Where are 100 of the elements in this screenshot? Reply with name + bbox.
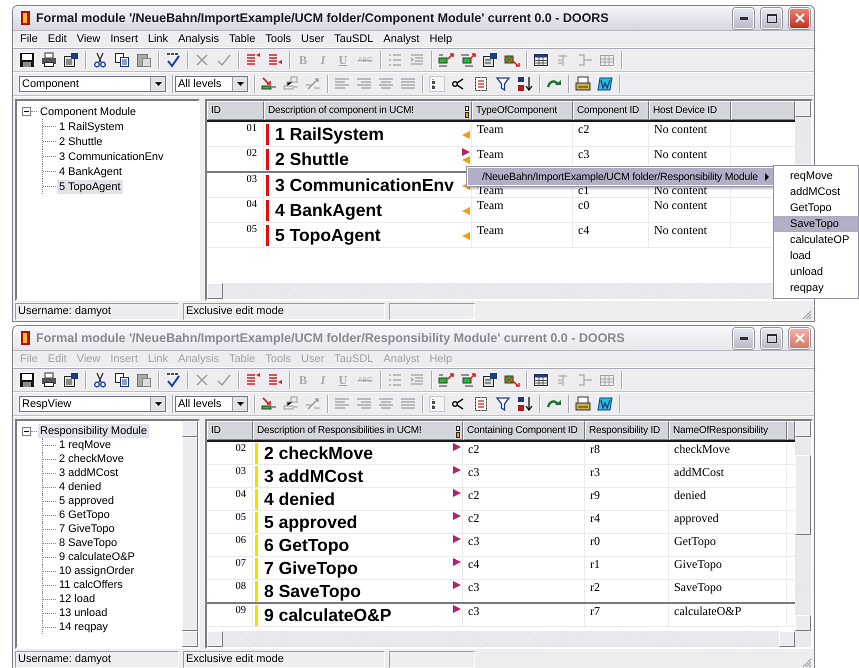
- column-header[interactable]: ID: [207, 101, 264, 120]
- printer-icon[interactable]: [575, 76, 591, 92]
- check-icon[interactable]: [216, 52, 232, 68]
- table-icon[interactable]: [533, 52, 549, 68]
- collapse-icon[interactable]: [22, 107, 31, 116]
- column-header[interactable]: Responsibility ID: [585, 421, 669, 440]
- document-icon[interactable]: [473, 76, 489, 92]
- dropdown-arrow-icon[interactable]: [154, 82, 162, 86]
- column-header[interactable]: ID: [207, 421, 253, 440]
- paste-icon[interactable]: [136, 52, 152, 68]
- link-icon[interactable]: [261, 76, 277, 92]
- dropdown-arrow-icon[interactable]: [236, 402, 244, 406]
- tree-item[interactable]: 10 assignOrder: [57, 564, 136, 578]
- menu-item[interactable]: Tools: [260, 33, 296, 45]
- table-cell: c0: [573, 198, 649, 222]
- menu-item[interactable]: /NeueBahn/ImportExample/UCM folder/Responsibility Module: [468, 168, 775, 185]
- out-link-icon[interactable]: [453, 512, 461, 520]
- link-icon[interactable]: [283, 76, 299, 92]
- menu-item[interactable]: GetTopo: [774, 200, 858, 216]
- column-header[interactable]: Description of component in UCM!: [264, 101, 472, 120]
- menu-item[interactable]: Analysis: [173, 33, 224, 45]
- menu-item[interactable]: File: [15, 33, 43, 45]
- out-link-icon[interactable]: [453, 605, 461, 613]
- print-icon[interactable]: [41, 52, 57, 68]
- tree-item[interactable]: 11 calcOffers: [57, 578, 125, 592]
- menu-item[interactable]: Analyst: [378, 33, 424, 45]
- tree-item[interactable]: 8 SaveTopo: [57, 536, 120, 550]
- export-icon[interactable]: [597, 76, 613, 92]
- out-link-icon[interactable]: [453, 466, 461, 474]
- outline-toggle-icon[interactable]: [429, 76, 445, 92]
- out-link-icon[interactable]: [462, 148, 470, 156]
- object-heading: 6 GetTopo: [264, 534, 350, 556]
- column-header[interactable]: TypeOfComponent: [472, 101, 573, 120]
- tree-item[interactable]: 2 checkMove: [57, 452, 126, 466]
- menu-item[interactable]: Insert: [105, 33, 143, 45]
- minimize-button[interactable]: [733, 8, 754, 28]
- menu-item[interactable]: TauSDL: [329, 33, 378, 45]
- tree-item[interactable]: 13 unload: [57, 606, 110, 620]
- out-link-icon[interactable]: [453, 489, 461, 497]
- level-dropdown[interactable]: All levels: [175, 76, 248, 92]
- object-heading: 5 TopoAgent: [275, 224, 381, 246]
- tree-item[interactable]: 7 GiveTopo: [57, 522, 117, 536]
- cut-icon[interactable]: [92, 52, 108, 68]
- menu-item[interactable]: load: [774, 248, 858, 264]
- out-link-icon[interactable]: [453, 535, 461, 543]
- tree-item[interactable]: 3 addMCost: [57, 466, 120, 480]
- minimize-icon[interactable]: [740, 16, 748, 20]
- column-header[interactable]: Description of Responsibilities in UCM!: [253, 421, 463, 440]
- dropdown-arrow-icon[interactable]: [236, 82, 244, 86]
- menu-item[interactable]: Edit: [42, 33, 72, 45]
- close-icon[interactable]: [794, 333, 804, 343]
- tree-item[interactable]: 5 approved: [57, 494, 116, 508]
- column-header[interactable]: NameOfResponsibility: [669, 421, 787, 440]
- menu-item[interactable]: Link: [142, 33, 174, 45]
- tree-item[interactable]: 5 TopoAgent: [57, 180, 123, 194]
- tree-item[interactable]: 4 denied: [57, 480, 104, 494]
- link-icon[interactable]: [438, 52, 454, 68]
- tree-item[interactable]: 1 RailSystem: [57, 120, 126, 134]
- tree-item[interactable]: 3 CommunicationEnv: [57, 150, 166, 164]
- dropdown-arrow-icon[interactable]: [154, 402, 162, 406]
- out-link-icon[interactable]: [453, 558, 461, 566]
- menu-item[interactable]: unload: [774, 264, 858, 280]
- resize-grip-icon[interactable]: [800, 308, 812, 320]
- minimize-icon[interactable]: [740, 336, 748, 340]
- properties-icon[interactable]: [63, 52, 79, 68]
- tree-item[interactable]: 14 reqpay: [57, 620, 110, 634]
- properties-icon[interactable]: [482, 52, 498, 68]
- menu-item[interactable]: SaveTopo: [774, 216, 858, 232]
- sort-icon[interactable]: [517, 76, 533, 92]
- menu-item[interactable]: reqpay: [774, 280, 858, 296]
- tree-item[interactable]: 1 reqMove: [57, 438, 113, 452]
- tree-item[interactable]: 9 calculateO&P: [57, 550, 137, 564]
- close-button[interactable]: [789, 8, 810, 28]
- tree-item[interactable]: Component Module: [38, 104, 138, 118]
- column-header[interactable]: Host Device ID: [649, 101, 731, 120]
- menu-item[interactable]: View: [72, 33, 106, 45]
- maximize-button[interactable]: [761, 8, 782, 28]
- column-header[interactable]: Containing Component ID: [463, 421, 585, 440]
- menu-item[interactable]: addMCost: [774, 184, 858, 200]
- menu-item[interactable]: calculateOP: [774, 232, 858, 248]
- maximize-icon[interactable]: [766, 334, 776, 342]
- object-heading: 8 SaveTopo: [264, 580, 361, 602]
- spellcheck-icon[interactable]: [165, 52, 181, 68]
- link-icon[interactable]: [460, 52, 476, 68]
- view-dropdown[interactable]: Component: [19, 76, 166, 92]
- tree-item[interactable]: 6 GetTopo: [57, 508, 112, 522]
- menu-item[interactable]: Table: [224, 33, 260, 45]
- tree-item[interactable]: 4 BankAgent: [57, 164, 124, 178]
- column-header[interactable]: Component ID: [573, 101, 649, 120]
- filter-icon[interactable]: [495, 76, 511, 92]
- menu-item[interactable]: Help: [424, 33, 458, 45]
- menu-item[interactable]: reqMove: [774, 168, 858, 184]
- save-icon[interactable]: [19, 52, 35, 68]
- tree-item[interactable]: 2 Shuttle: [57, 134, 104, 148]
- out-link-icon[interactable]: [453, 581, 461, 589]
- maximize-icon[interactable]: [766, 14, 776, 22]
- copy-icon[interactable]: [114, 52, 130, 68]
- menu-item[interactable]: User: [296, 33, 330, 45]
- close-icon[interactable]: [794, 13, 804, 23]
- tree-item[interactable]: 12 load: [57, 592, 98, 606]
